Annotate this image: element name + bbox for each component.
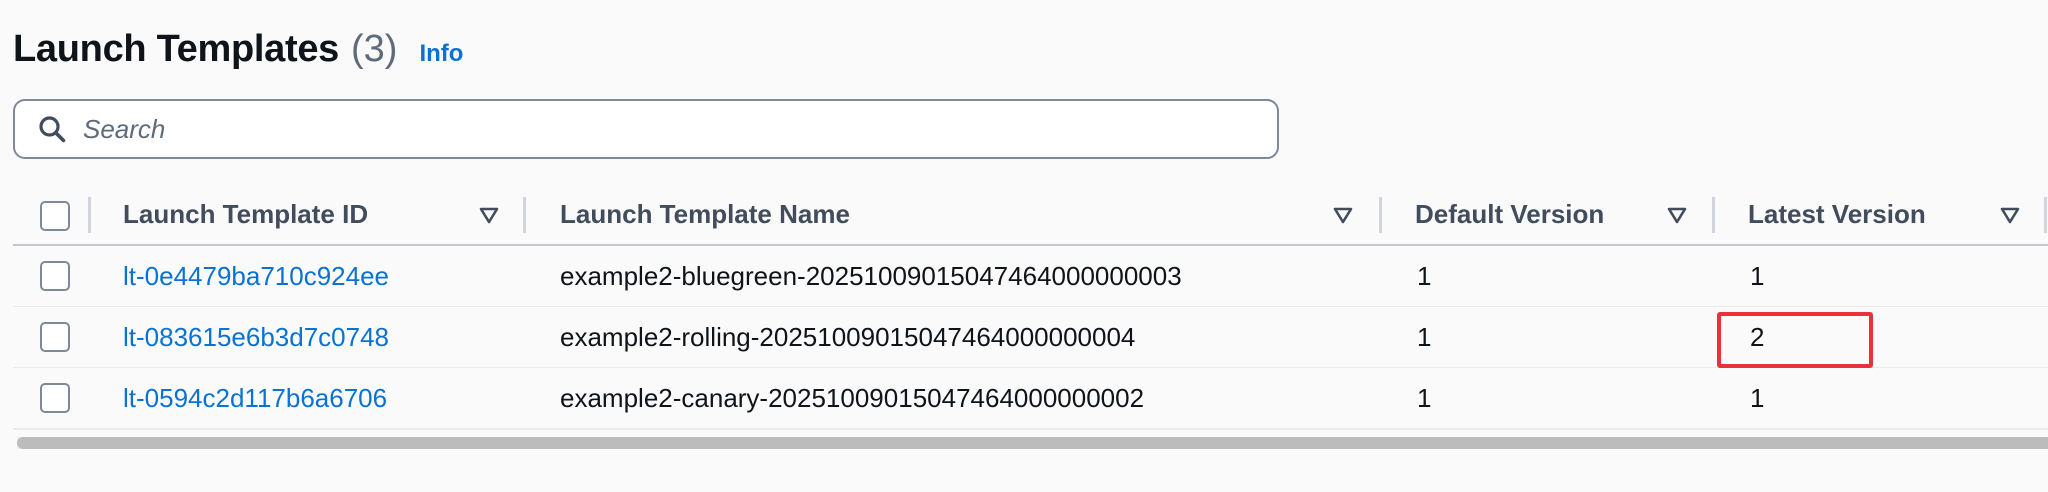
launch-template-id-link[interactable]: lt-0594c2d117b6a6706 [123, 368, 387, 428]
launch-template-id-link[interactable]: lt-083615e6b3d7c0748 [123, 307, 389, 367]
launch-templates-page: Launch Templates (3) Info Launch Templat… [0, 0, 2048, 492]
default-version: 1 [1417, 260, 1432, 291]
latest-version: 1 [1750, 260, 1765, 291]
caret-down-icon[interactable] [479, 205, 499, 225]
launch-template-name: example2-canary-202510090150474640000000… [560, 382, 1145, 413]
template-count: (3) [351, 28, 398, 70]
search-icon [39, 116, 66, 143]
caret-down-icon[interactable] [1333, 205, 1353, 225]
column-header-launch-template-id[interactable]: Launch Template ID [123, 185, 368, 244]
column-resize-handle[interactable] [1379, 197, 1382, 233]
row-checkbox[interactable] [40, 261, 70, 291]
caret-down-icon[interactable] [1667, 205, 1687, 225]
latest-version: 1 [1750, 382, 1765, 413]
row-checkbox[interactable] [40, 383, 70, 413]
column-resize-handle[interactable] [523, 197, 526, 233]
horizontal-scrollbar-thumb[interactable] [17, 437, 2048, 449]
default-version: 1 [1417, 321, 1432, 352]
highlight-annotation-box [1717, 312, 1873, 368]
info-link[interactable]: Info [419, 40, 463, 68]
default-version: 1 [1417, 382, 1432, 413]
column-divider [88, 197, 91, 233]
row-checkbox[interactable] [40, 322, 70, 352]
column-resize-handle[interactable] [1712, 197, 1715, 233]
page-title: Launch Templates [13, 28, 340, 70]
launch-template-id-link[interactable]: lt-0e4479ba710c924ee [123, 246, 389, 306]
column-header-launch-template-name[interactable]: Launch Template Name [560, 185, 850, 244]
launch-templates-table: Launch Template ID Launch Template Name … [13, 185, 2048, 430]
table-row[interactable]: lt-0594c2d117b6a6706 example2-canary-202… [13, 368, 2048, 430]
table-row[interactable]: lt-0e4479ba710c924ee example2-bluegreen-… [13, 246, 2048, 307]
launch-template-name: example2-rolling-20251009015047464000000… [560, 321, 1136, 352]
select-all-checkbox[interactable] [40, 200, 70, 231]
search-bar[interactable] [13, 99, 1279, 159]
column-header-default-version[interactable]: Default Version [1415, 185, 1604, 244]
page-header: Launch Templates (3) Info [13, 28, 463, 80]
column-resize-handle[interactable] [2044, 197, 2047, 233]
caret-down-icon[interactable] [2000, 205, 2020, 225]
column-header-latest-version[interactable]: Latest Version [1748, 185, 1926, 244]
table-header-row: Launch Template ID Launch Template Name … [13, 185, 2048, 246]
search-input[interactable] [83, 113, 1183, 145]
launch-template-name: example2-bluegreen-202510090150474640000… [560, 260, 1182, 291]
